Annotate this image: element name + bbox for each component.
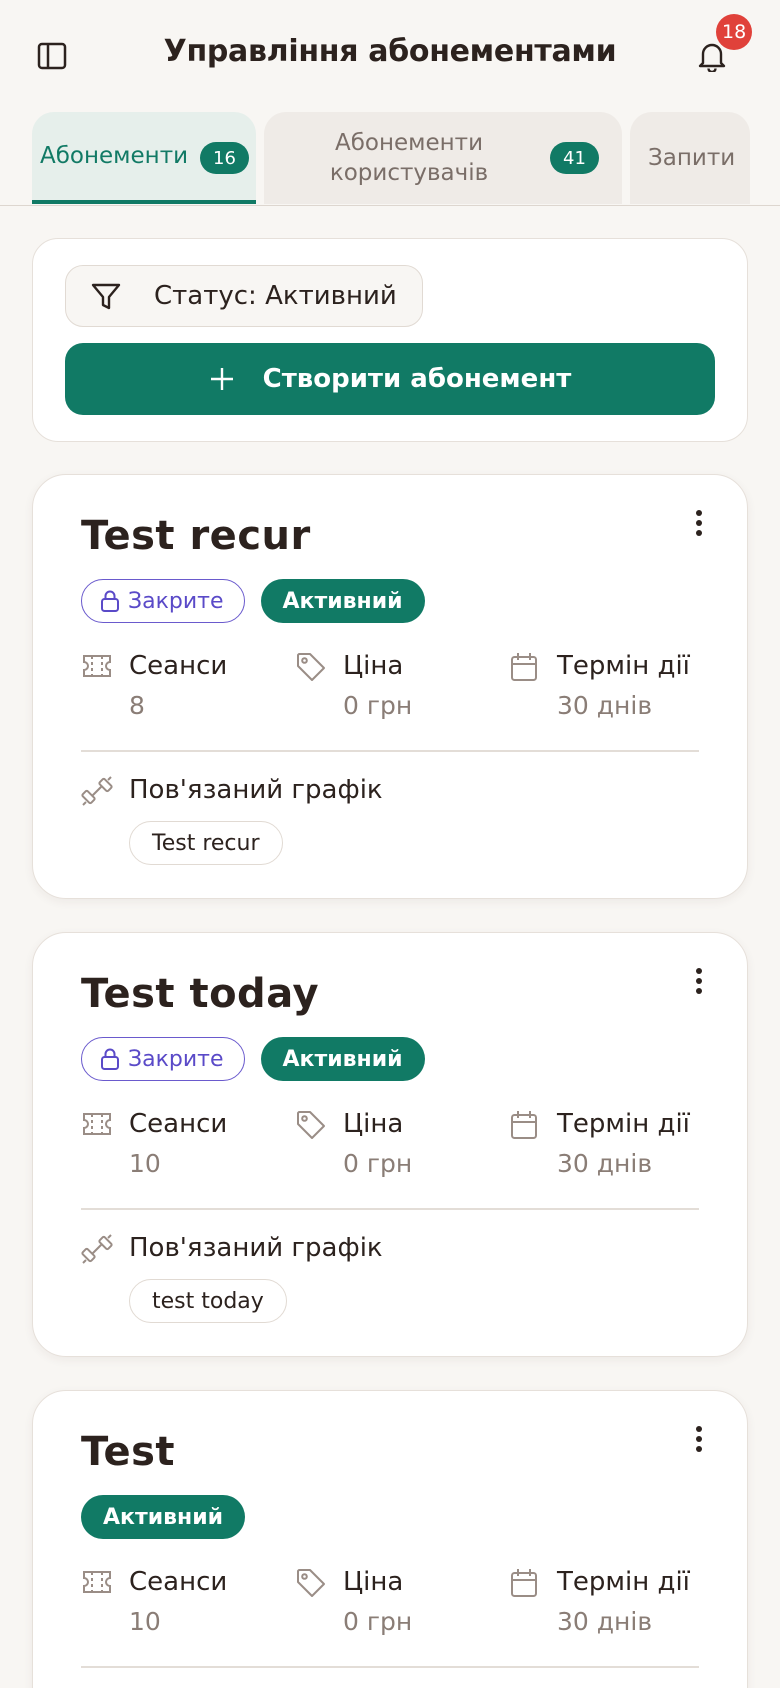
private-badge-label: Закрите	[128, 588, 224, 614]
tab-count-badge: 16	[200, 142, 249, 174]
ticket-icon	[83, 655, 111, 677]
badge-row: Закрите Активний	[81, 1037, 425, 1081]
dumbbell-icon	[81, 776, 113, 806]
page-title: Управління абонементами	[163, 34, 617, 69]
price-value: 0 грн	[343, 1149, 413, 1178]
card-divider	[81, 1208, 699, 1210]
price-label: Ціна	[343, 1109, 404, 1139]
linked-schedule-label: Пов'язаний графік	[129, 1233, 383, 1263]
term-value: 30 днів	[557, 691, 653, 720]
status-badge: Активний	[260, 579, 425, 623]
filter-panel: Статус: Активний Створити абонемент	[32, 238, 748, 442]
linked-schedule-label: Пов'язаний графік	[129, 775, 383, 805]
more-vertical-icon	[696, 968, 702, 994]
status-filter-button[interactable]: Статус: Активний	[65, 265, 423, 327]
sessions-label: Сеанси	[129, 1567, 228, 1597]
tab-bar: Абонементи 16 Абонементи користувачів 41…	[0, 112, 780, 206]
sessions-label: Сеанси	[129, 1109, 228, 1139]
tab-user-subscriptions[interactable]: Абонементи користувачів 41	[264, 112, 622, 204]
app-header: Управління абонементами 18	[0, 0, 780, 110]
sessions-value: 10	[129, 1607, 161, 1636]
ticket-icon	[83, 1113, 111, 1135]
private-badge: Закрите	[81, 579, 245, 623]
tab-count-badge: 41	[550, 142, 599, 174]
ticket-icon	[83, 1571, 111, 1593]
subscription-title: Test recur	[81, 513, 311, 559]
dumbbell-icon	[81, 1234, 113, 1264]
badge-row: Закрите Активний	[81, 579, 425, 623]
tab-requests[interactable]: Запити	[630, 112, 750, 204]
more-options-button[interactable]	[681, 963, 717, 999]
create-subscription-button[interactable]: Створити абонемент	[65, 343, 715, 415]
more-vertical-icon	[696, 1426, 702, 1452]
card-divider	[81, 750, 699, 752]
more-vertical-icon	[696, 510, 702, 536]
create-subscription-label: Створити абонемент	[262, 364, 572, 394]
subscription-card: Test Активний Сеанси 10 Ціна 0 грн Термі…	[32, 1390, 748, 1688]
tab-label: Абонементи	[40, 143, 189, 169]
private-badge-label: Закрите	[128, 1046, 224, 1072]
subscription-card: Test today Закрите Активний Сеанси 10 Ці…	[32, 932, 748, 1357]
schedule-chip[interactable]: test today	[129, 1279, 287, 1323]
price-label: Ціна	[343, 651, 404, 681]
card-divider	[81, 1666, 699, 1668]
lock-icon	[101, 1048, 119, 1070]
private-badge: Закрите	[81, 1037, 245, 1081]
calendar-icon	[511, 1569, 537, 1597]
tab-label: Абонементи користувачів	[329, 130, 489, 186]
notification-count-badge: 18	[716, 14, 753, 50]
sessions-value: 10	[129, 1149, 161, 1178]
plus-icon	[210, 368, 233, 390]
term-label: Термін дії	[557, 1567, 690, 1597]
lock-icon	[101, 590, 119, 612]
subscription-title: Test	[81, 1429, 176, 1475]
price-tag-icon	[297, 1569, 325, 1597]
price-tag-icon	[297, 1111, 325, 1139]
more-options-button[interactable]	[681, 1421, 717, 1457]
sessions-value: 8	[129, 691, 145, 720]
tab-label: Запити	[648, 145, 736, 171]
term-label: Термін дії	[557, 1109, 690, 1139]
price-tag-icon	[297, 653, 325, 681]
more-options-button[interactable]	[681, 505, 717, 541]
term-label: Термін дії	[557, 651, 690, 681]
subscription-card: Test recur Закрите Активний Сеанси 8 Цін…	[32, 474, 748, 899]
price-label: Ціна	[343, 1567, 404, 1597]
status-badge: Активний	[260, 1037, 425, 1081]
status-filter-label: Статус: Активний	[154, 281, 397, 311]
price-value: 0 грн	[343, 1607, 413, 1636]
subscription-title: Test today	[81, 971, 320, 1017]
sessions-label: Сеанси	[129, 651, 228, 681]
filter-icon	[91, 283, 121, 310]
calendar-icon	[511, 653, 537, 681]
price-value: 0 грн	[343, 691, 413, 720]
badge-row: Активний	[81, 1495, 246, 1539]
term-value: 30 днів	[557, 1607, 653, 1636]
status-badge: Активний	[81, 1495, 246, 1539]
tab-subscriptions[interactable]: Абонементи 16	[32, 112, 256, 204]
calendar-icon	[511, 1111, 537, 1139]
term-value: 30 днів	[557, 1149, 653, 1178]
schedule-chip[interactable]: Test recur	[129, 821, 283, 865]
